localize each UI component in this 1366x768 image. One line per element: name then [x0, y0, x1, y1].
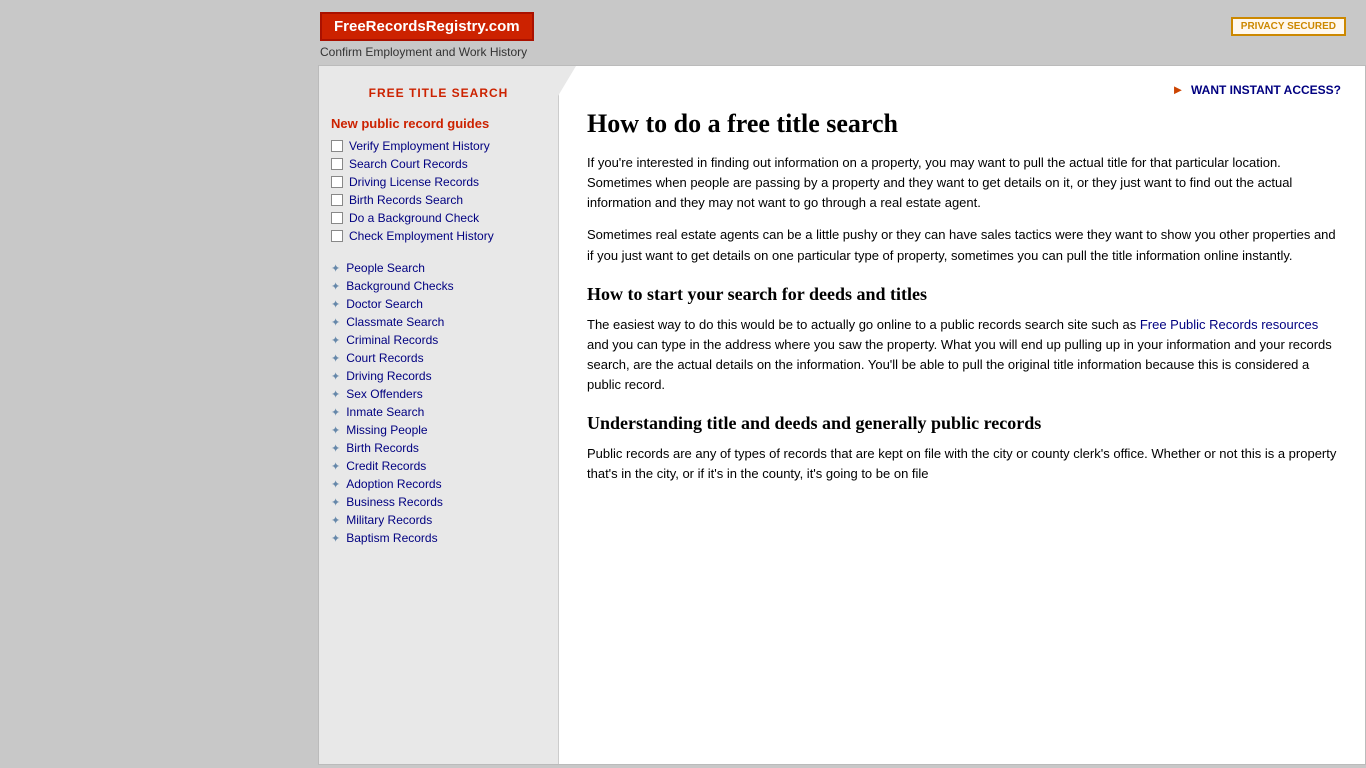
sec-item[interactable]: ✦ Business Records	[331, 495, 546, 509]
sec-link[interactable]: Doctor Search	[346, 297, 423, 311]
sec-link[interactable]: Missing People	[346, 423, 427, 437]
sec-item[interactable]: ✦ People Search	[331, 261, 546, 275]
section2-para: Public records are any of types of recor…	[587, 444, 1341, 484]
free-records-link[interactable]: Free Public Records resources	[1140, 317, 1318, 332]
guide-item[interactable]: Do a Background Check	[331, 211, 546, 225]
cross-icon: ✦	[331, 460, 340, 473]
guide-link[interactable]: Do a Background Check	[349, 211, 479, 225]
doc-icon	[331, 158, 343, 170]
sidebar: FREE TITLE SEARCH New public record guid…	[319, 66, 559, 764]
section2-title: Understanding title and deeds and genera…	[587, 413, 1341, 434]
cross-icon: ✦	[331, 262, 340, 275]
sec-link[interactable]: Credit Records	[346, 459, 426, 473]
section1-text-after: and you can type in the address where yo…	[587, 337, 1332, 392]
sec-link[interactable]: Classmate Search	[346, 315, 444, 329]
guide-item[interactable]: Check Employment History	[331, 229, 546, 243]
cross-icon: ✦	[331, 478, 340, 491]
main-content: ► WANT INSTANT ACCESS? How to do a free …	[559, 66, 1365, 764]
cross-icon: ✦	[331, 514, 340, 527]
arrow-icon: ►	[1172, 82, 1185, 97]
sec-item[interactable]: ✦ Sex Offenders	[331, 387, 546, 401]
cross-icon: ✦	[331, 532, 340, 545]
section1-para: The easiest way to do this would be to a…	[587, 315, 1341, 396]
tagline: Confirm Employment and Work History	[0, 43, 1366, 65]
sec-link[interactable]: Criminal Records	[346, 333, 438, 347]
guide-item[interactable]: Driving License Records	[331, 175, 546, 189]
cross-icon: ✦	[331, 388, 340, 401]
sidebar-title: FREE TITLE SEARCH	[331, 86, 546, 100]
sec-item[interactable]: ✦ Baptism Records	[331, 531, 546, 545]
doc-icon	[331, 194, 343, 206]
guide-link[interactable]: Verify Employment History	[349, 139, 490, 153]
sec-item[interactable]: ✦ Criminal Records	[331, 333, 546, 347]
sec-link[interactable]: People Search	[346, 261, 425, 275]
guide-link[interactable]: Driving License Records	[349, 175, 479, 189]
guide-link[interactable]: Search Court Records	[349, 157, 468, 171]
guide-link[interactable]: Check Employment History	[349, 229, 494, 243]
sec-link[interactable]: Court Records	[346, 351, 423, 365]
guide-item[interactable]: Search Court Records	[331, 157, 546, 171]
cross-icon: ✦	[331, 334, 340, 347]
sec-item[interactable]: ✦ Driving Records	[331, 369, 546, 383]
intro-para-2: Sometimes real estate agents can be a li…	[587, 225, 1341, 265]
cross-icon: ✦	[331, 370, 340, 383]
sec-item[interactable]: ✦ Credit Records	[331, 459, 546, 473]
page-title: How to do a free title search	[587, 109, 1341, 139]
guide-item[interactable]: Birth Records Search	[331, 193, 546, 207]
guides-list: Verify Employment History Search Court R…	[331, 139, 546, 243]
sec-link[interactable]: Baptism Records	[346, 531, 437, 545]
guide-item[interactable]: Verify Employment History	[331, 139, 546, 153]
sec-item[interactable]: ✦ Court Records	[331, 351, 546, 365]
doc-icon	[331, 212, 343, 224]
new-guides-heading: New public record guides	[331, 116, 546, 131]
guide-link[interactable]: Birth Records Search	[349, 193, 463, 207]
sec-link[interactable]: Business Records	[346, 495, 443, 509]
doc-icon	[331, 140, 343, 152]
sec-item[interactable]: ✦ Classmate Search	[331, 315, 546, 329]
sec-item[interactable]: ✦ Background Checks	[331, 279, 546, 293]
cross-icon: ✦	[331, 424, 340, 437]
instant-access-link[interactable]: WANT INSTANT ACCESS?	[1191, 83, 1341, 97]
section1-text-before: The easiest way to do this would be to a…	[587, 317, 1140, 332]
sec-link[interactable]: Birth Records	[346, 441, 419, 455]
section1-title: How to start your search for deeds and t…	[587, 284, 1341, 305]
sec-link[interactable]: Inmate Search	[346, 405, 424, 419]
cross-icon: ✦	[331, 316, 340, 329]
sec-item[interactable]: ✦ Inmate Search	[331, 405, 546, 419]
cross-icon: ✦	[331, 442, 340, 455]
intro-para-1: If you're interested in finding out info…	[587, 153, 1341, 213]
cross-icon: ✦	[331, 298, 340, 311]
doc-icon	[331, 230, 343, 242]
sec-link[interactable]: Military Records	[346, 513, 432, 527]
sec-link[interactable]: Background Checks	[346, 279, 453, 293]
cross-icon: ✦	[331, 280, 340, 293]
cross-icon: ✦	[331, 352, 340, 365]
privacy-badge: PRIVACY SECURED	[1231, 17, 1346, 36]
instant-access-bar: ► WANT INSTANT ACCESS?	[587, 82, 1341, 97]
sec-item[interactable]: ✦ Doctor Search	[331, 297, 546, 311]
doc-icon	[331, 176, 343, 188]
cross-icon: ✦	[331, 406, 340, 419]
sec-link[interactable]: Adoption Records	[346, 477, 441, 491]
sec-item[interactable]: ✦ Military Records	[331, 513, 546, 527]
logo-button[interactable]: FreeRecordsRegistry.com	[320, 12, 534, 41]
sec-item[interactable]: ✦ Adoption Records	[331, 477, 546, 491]
sec-item[interactable]: ✦ Missing People	[331, 423, 546, 437]
sec-link[interactable]: Driving Records	[346, 369, 431, 383]
cross-icon: ✦	[331, 496, 340, 509]
secondary-links-list: ✦ People Search ✦ Background Checks ✦ Do…	[331, 261, 546, 545]
sec-item[interactable]: ✦ Birth Records	[331, 441, 546, 455]
sec-link[interactable]: Sex Offenders	[346, 387, 423, 401]
